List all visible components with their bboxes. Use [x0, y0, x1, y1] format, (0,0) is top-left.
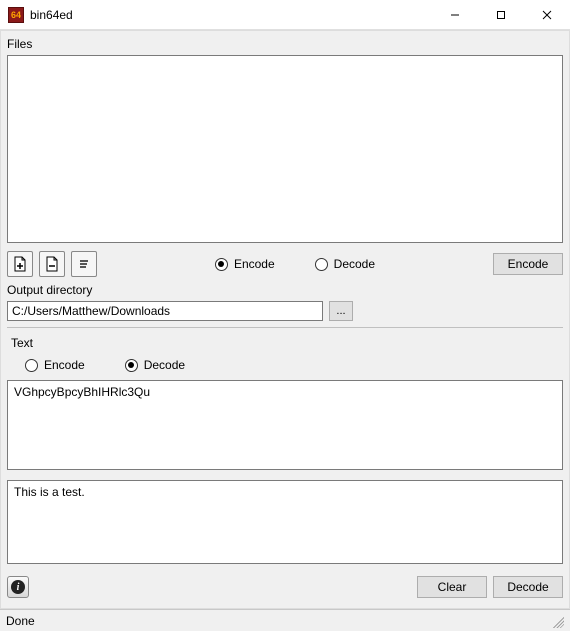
separator	[7, 327, 563, 328]
text-action-button[interactable]: Decode	[493, 576, 563, 598]
statusbar: Done	[0, 609, 570, 631]
files-decode-radio[interactable]: Decode	[315, 257, 375, 271]
minimize-icon	[450, 10, 460, 20]
maximize-icon	[496, 10, 506, 20]
info-icon: i	[11, 580, 25, 594]
minimize-button[interactable]	[432, 0, 478, 29]
add-file-button[interactable]	[7, 251, 33, 277]
clear-button[interactable]: Clear	[417, 576, 487, 598]
files-encode-radio[interactable]: Encode	[215, 257, 275, 271]
files-label: Files	[7, 37, 563, 51]
radio-label: Encode	[234, 257, 275, 271]
radio-label: Encode	[44, 358, 85, 372]
browse-button[interactable]: ...	[329, 301, 353, 321]
maximize-button[interactable]	[478, 0, 524, 29]
resize-grip[interactable]	[550, 614, 564, 628]
clear-files-button[interactable]	[71, 251, 97, 277]
document-plus-icon	[12, 256, 28, 272]
output-directory-input[interactable]	[7, 301, 323, 321]
document-minus-icon	[44, 256, 60, 272]
status-text: Done	[6, 614, 35, 628]
files-action-button[interactable]: Encode	[493, 253, 563, 275]
output-directory-label: Output directory	[7, 283, 563, 297]
radio-icon	[25, 359, 38, 372]
app-icon: 64	[8, 7, 24, 23]
text-decode-radio[interactable]: Decode	[125, 358, 185, 372]
text-label: Text	[11, 336, 563, 350]
window-title: bin64ed	[30, 8, 73, 22]
remove-file-button[interactable]	[39, 251, 65, 277]
text-output-area[interactable]	[7, 480, 563, 564]
text-input-area[interactable]	[7, 380, 563, 470]
radio-icon	[125, 359, 138, 372]
titlebar: 64 bin64ed	[0, 0, 570, 30]
info-button[interactable]: i	[7, 576, 29, 598]
close-icon	[542, 10, 552, 20]
window-controls	[432, 0, 570, 29]
close-button[interactable]	[524, 0, 570, 29]
radio-label: Decode	[144, 358, 185, 372]
radio-icon	[215, 258, 228, 271]
radio-label: Decode	[334, 257, 375, 271]
radio-icon	[315, 258, 328, 271]
client-area: Files	[0, 30, 570, 609]
files-listbox[interactable]	[7, 55, 563, 243]
clear-list-icon	[76, 256, 92, 272]
text-encode-radio[interactable]: Encode	[25, 358, 85, 372]
